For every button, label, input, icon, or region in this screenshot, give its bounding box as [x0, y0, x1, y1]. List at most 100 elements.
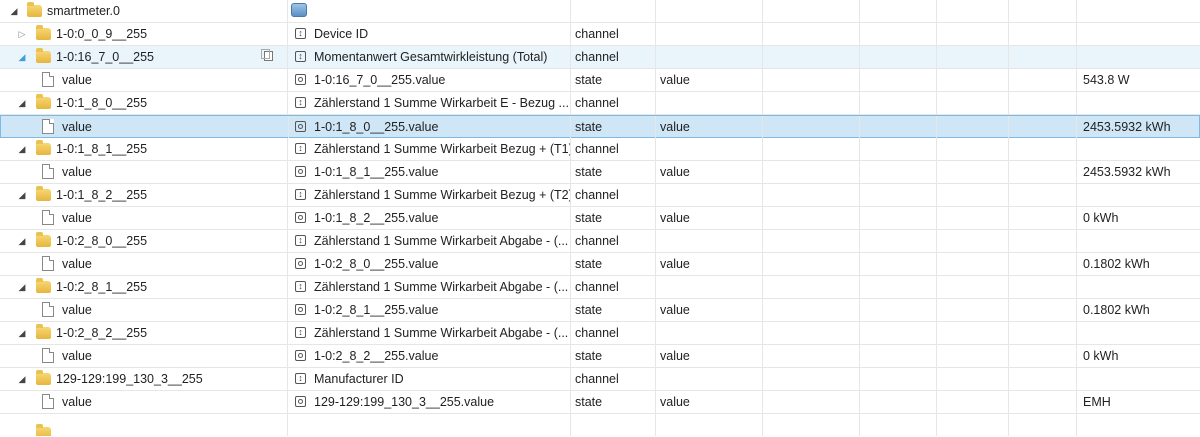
- file-icon: [42, 119, 54, 134]
- tree-item-label: value: [62, 303, 92, 317]
- state-value: 543.8 W: [1083, 73, 1130, 87]
- expand-arrow-icon[interactable]: ◢: [16, 230, 28, 252]
- type: state: [575, 120, 603, 134]
- type: channel: [575, 142, 619, 156]
- type: channel: [575, 50, 619, 64]
- object-tree-grid: ◢ smartmeter.0 ▷ 1-0:0_0_9__255 ↕ Device…: [0, 0, 1200, 436]
- channel-icon: ↕: [295, 189, 306, 200]
- tree-item-label: value: [62, 349, 92, 363]
- channel-icon: ↕: [295, 28, 306, 39]
- expand-arrow-icon[interactable]: ◢: [16, 46, 28, 68]
- state-icon: [295, 166, 306, 177]
- folder-icon: [36, 48, 51, 63]
- state-value: 0 kWh: [1083, 349, 1119, 363]
- type: channel: [575, 234, 619, 248]
- expand-arrow-icon[interactable]: ◢: [8, 0, 20, 22]
- folder-icon: [36, 94, 51, 109]
- tree-item-label: value: [62, 211, 92, 225]
- state-icon: [295, 212, 306, 223]
- state-icon: [295, 74, 306, 85]
- file-icon: [42, 164, 54, 179]
- state-value: EMH: [1083, 395, 1111, 409]
- expand-arrow-icon[interactable]: ◢: [16, 184, 28, 206]
- channel-icon: ↕: [295, 235, 306, 246]
- expand-arrow-icon[interactable]: ◢: [16, 92, 28, 114]
- tree-item-label: value: [62, 73, 92, 87]
- type: state: [575, 73, 603, 87]
- role: value: [660, 211, 690, 225]
- tree-row-channel[interactable]: ◢ 1-0:1_8_0__255 ↕ Zählerstand 1 Summe W…: [0, 92, 1200, 115]
- channel-icon: ↕: [295, 327, 306, 338]
- file-icon: [42, 256, 54, 271]
- tree-row-channel[interactable]: ▷ 1-0:0_0_9__255 ↕ Device ID channel: [0, 23, 1200, 46]
- role: value: [660, 349, 690, 363]
- tree-row-channel[interactable]: ◢ 1-0:2_8_0__255 ↕ Zählerstand 1 Summe W…: [0, 230, 1200, 253]
- file-icon: [42, 210, 54, 225]
- description: 1-0:2_8_1__255.value: [314, 303, 439, 317]
- state-icon: [295, 396, 306, 407]
- state-value: 2453.5932 kWh: [1083, 165, 1171, 179]
- tree-row-state[interactable]: value 1-0:16_7_0__255.value state value …: [0, 69, 1200, 92]
- type: channel: [575, 188, 619, 202]
- tree-item-label: 1-0:2_8_1__255: [56, 280, 148, 294]
- role: value: [660, 395, 690, 409]
- tree-row-state[interactable]: value 1-0:2_8_2__255.value state value 0…: [0, 345, 1200, 368]
- type: state: [575, 395, 603, 409]
- folder-icon: [36, 186, 51, 201]
- tree-item-label: 1-0:1_8_0__255: [56, 96, 148, 110]
- folder-icon: [36, 370, 51, 385]
- tree-row-channel[interactable]: ◢ 129-129:199_130_3__255 ↕ Manufacturer …: [0, 368, 1200, 391]
- type: state: [575, 165, 603, 179]
- tree-row-partial[interactable]: [0, 414, 1200, 437]
- tree-row-channel[interactable]: ◢ 1-0:1_8_1__255 ↕ Zählerstand 1 Summe W…: [0, 138, 1200, 161]
- state-icon: [295, 121, 306, 132]
- tree-row-channel[interactable]: ◢ 1-0:1_8_2__255 ↕ Zählerstand 1 Summe W…: [0, 184, 1200, 207]
- tree-row-state[interactable]: value 1-0:2_8_1__255.value state value 0…: [0, 299, 1200, 322]
- description: Zählerstand 1 Summe Wirkarbeit Abgabe - …: [314, 280, 569, 294]
- description: 1-0:2_8_2__255.value: [314, 349, 439, 363]
- file-icon: [42, 348, 54, 363]
- expand-arrow-icon[interactable]: ◢: [16, 322, 28, 344]
- tree-row-state-selected[interactable]: value 1-0:1_8_0__255.value state value 2…: [0, 115, 1200, 138]
- collapse-arrow-icon[interactable]: ▷: [16, 23, 28, 45]
- tree-row-channel[interactable]: ◢ 1-0:2_8_1__255 ↕ Zählerstand 1 Summe W…: [0, 276, 1200, 299]
- tree-row-state[interactable]: value 1-0:1_8_2__255.value state value 0…: [0, 207, 1200, 230]
- state-value: 2453.5932 kWh: [1083, 120, 1171, 134]
- role: value: [660, 165, 690, 179]
- folder-icon: [36, 278, 51, 293]
- description: 1-0:2_8_0__255.value: [314, 257, 439, 271]
- copy-icon[interactable]: [261, 49, 273, 61]
- channel-icon: ↕: [295, 51, 306, 62]
- expand-arrow-icon[interactable]: ◢: [16, 276, 28, 298]
- state-icon: [295, 304, 306, 315]
- tree-item-label: 1-0:1_8_2__255: [56, 188, 148, 202]
- expand-arrow-icon[interactable]: ◢: [16, 368, 28, 390]
- tree-item-label: 129-129:199_130_3__255: [56, 372, 203, 386]
- tree-row-state[interactable]: value 1-0:1_8_1__255.value state value 2…: [0, 161, 1200, 184]
- type: channel: [575, 280, 619, 294]
- expand-arrow-icon[interactable]: ◢: [16, 138, 28, 160]
- description: 1-0:1_8_1__255.value: [314, 165, 439, 179]
- state-icon: [295, 258, 306, 269]
- tree-row-state[interactable]: value 1-0:2_8_0__255.value state value 0…: [0, 253, 1200, 276]
- type: state: [575, 211, 603, 225]
- description: 1-0:1_8_2__255.value: [314, 211, 439, 225]
- role: value: [660, 257, 690, 271]
- channel-icon: ↕: [295, 281, 306, 292]
- tree-item-label: value: [62, 120, 92, 134]
- type: channel: [575, 326, 619, 340]
- tree-row-state[interactable]: value 129-129:199_130_3__255.value state…: [0, 391, 1200, 414]
- tree-row-channel[interactable]: ◢ 1-0:16_7_0__255 ↕ Momentanwert Gesamtw…: [0, 46, 1200, 69]
- description: 1-0:1_8_0__255.value: [314, 120, 439, 134]
- type: state: [575, 303, 603, 317]
- channel-icon: ↕: [295, 373, 306, 384]
- tree-row-adapter[interactable]: ◢ smartmeter.0: [0, 0, 1200, 23]
- state-value: 0.1802 kWh: [1083, 303, 1150, 317]
- tree-item-label: 1-0:0_0_9__255: [56, 27, 148, 41]
- tree-row-channel[interactable]: ◢ 1-0:2_8_2__255 ↕ Zählerstand 1 Summe W…: [0, 322, 1200, 345]
- folder-icon: [36, 232, 51, 247]
- type: channel: [575, 372, 619, 386]
- description: 1-0:16_7_0__255.value: [314, 73, 446, 87]
- role: value: [660, 73, 690, 87]
- state-value: 0 kWh: [1083, 211, 1119, 225]
